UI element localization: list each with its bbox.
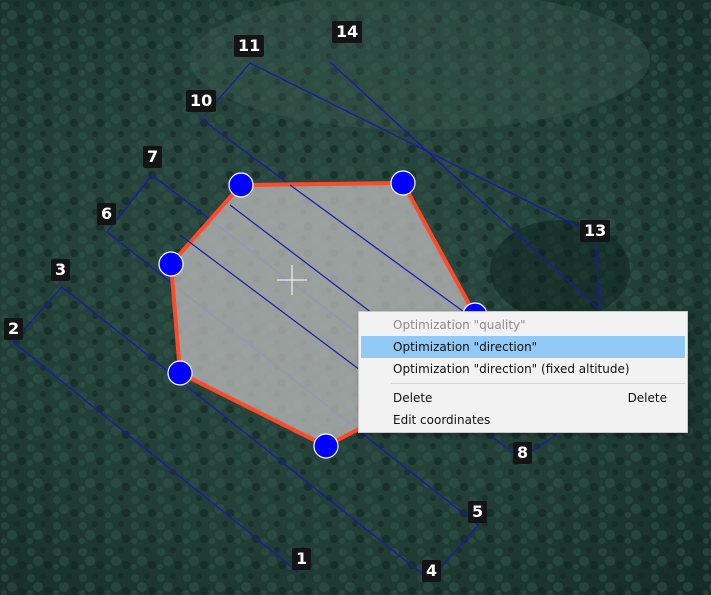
waypoint-label-14: 14 (332, 21, 363, 43)
waypoint-label-2: 2 (4, 318, 24, 340)
waypoint-label-6: 6 (97, 203, 117, 225)
waypoint-label-13: 13 (580, 220, 611, 242)
vertex-handle-icon[interactable] (167, 360, 193, 386)
waypoint-label-1: 1 (292, 548, 312, 570)
menu-item-label: Optimization "direction" (393, 340, 538, 354)
waypoint-label-5: 5 (468, 501, 488, 523)
vertex-handle-icon[interactable] (313, 433, 339, 459)
menu-item-edit-coordinates[interactable]: Edit coordinates (361, 409, 685, 431)
menu-item-label: Delete (393, 391, 433, 405)
waypoint-label-8: 8 (513, 442, 533, 464)
menu-item-optimization-quality[interactable]: Optimization "quality" (361, 314, 685, 336)
waypoint-label-11: 11 (234, 35, 265, 57)
vertex-handle-icon[interactable] (228, 172, 254, 198)
menu-item-shortcut: Delete (627, 391, 667, 405)
satellite-map[interactable] (0, 0, 711, 595)
menu-item-optimization-direction[interactable]: Optimization "direction" (361, 336, 685, 358)
vertex-handle-icon[interactable] (390, 170, 416, 196)
menu-item-label: Optimization "quality" (393, 318, 526, 332)
waypoint-label-4: 4 (422, 560, 442, 582)
vertex-handle-icon[interactable] (158, 251, 184, 277)
waypoint-label-3: 3 (51, 259, 71, 281)
context-menu: Optimization "quality" Optimization "dir… (358, 311, 688, 433)
menu-item-optimization-direction-fixed-altitude[interactable]: Optimization "direction" (fixed altitude… (361, 358, 685, 380)
menu-item-delete[interactable]: Delete Delete (361, 387, 685, 409)
menu-item-label: Optimization "direction" (fixed altitude… (393, 362, 630, 376)
waypoint-label-7: 7 (143, 146, 163, 168)
waypoint-label-10: 10 (186, 90, 217, 112)
menu-item-label: Edit coordinates (393, 413, 491, 427)
menu-separator (391, 383, 685, 384)
